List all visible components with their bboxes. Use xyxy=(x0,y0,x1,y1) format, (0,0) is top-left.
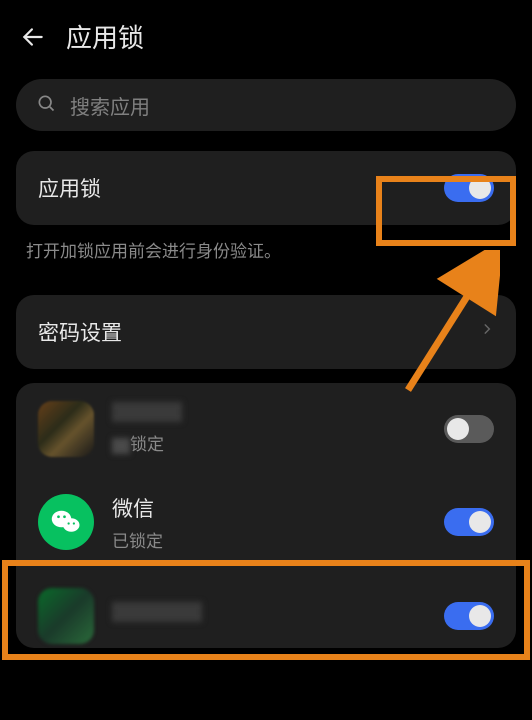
master-toggle-row: 应用锁 xyxy=(16,151,516,225)
search-input[interactable]: 搜索应用 xyxy=(16,79,516,131)
search-placeholder: 搜索应用 xyxy=(70,91,150,120)
wechat-icon xyxy=(38,494,94,550)
page-title: 应用锁 xyxy=(66,18,144,55)
app-toggle[interactable] xyxy=(444,415,494,443)
search-icon xyxy=(36,93,56,118)
app-toggle[interactable] xyxy=(444,602,494,630)
list-item: 锁定 xyxy=(16,383,516,475)
app-lock-status: 锁定 xyxy=(112,430,426,455)
master-toggle[interactable] xyxy=(444,174,494,202)
app-icon xyxy=(38,401,94,457)
chevron-right-icon xyxy=(480,319,494,344)
password-settings-row[interactable]: 密码设置 xyxy=(16,295,516,369)
app-list: 锁定 微信 已锁定 xyxy=(16,383,516,648)
app-lock-status: 已锁定 xyxy=(112,527,426,552)
app-name xyxy=(112,402,182,422)
app-name: 微信 xyxy=(112,493,426,523)
master-toggle-label: 应用锁 xyxy=(38,173,101,203)
app-toggle[interactable] xyxy=(444,508,494,536)
app-name xyxy=(112,602,202,622)
app-icon xyxy=(38,588,94,644)
list-item-wechat: 微信 已锁定 xyxy=(16,475,516,570)
list-item xyxy=(16,570,516,648)
helper-text: 打开加锁应用前会进行身份验证。 xyxy=(26,239,506,265)
password-settings-label: 密码设置 xyxy=(38,317,122,347)
back-icon[interactable] xyxy=(20,24,46,50)
